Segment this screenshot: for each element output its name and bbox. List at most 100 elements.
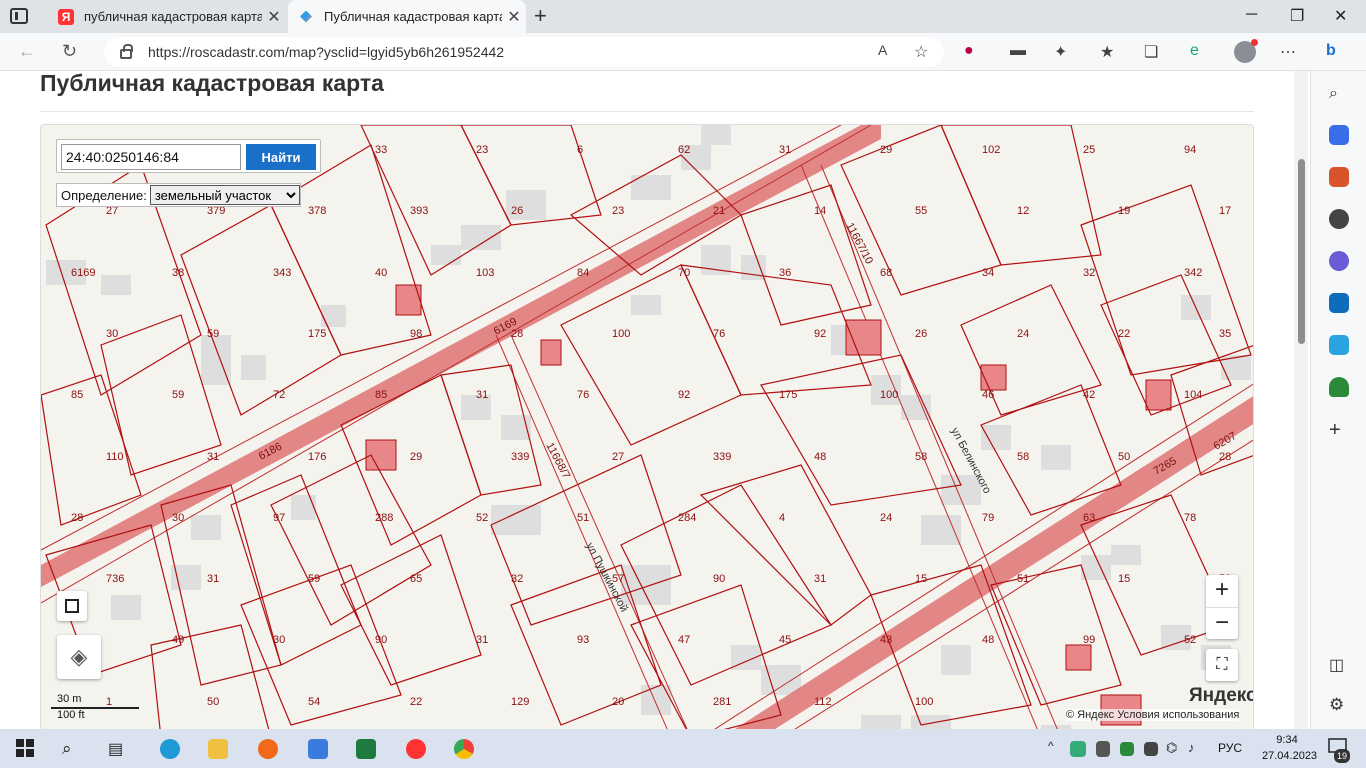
new-tab-button[interactable]: + (534, 3, 547, 29)
yandex-browser-icon[interactable] (406, 739, 426, 759)
parcel-label: 339 (511, 451, 529, 463)
parcel-label: 28 (1219, 451, 1231, 463)
extensions-puzzle-icon[interactable]: ✦ (1054, 42, 1067, 62)
parcel-label: 35 (1219, 328, 1231, 340)
building (631, 295, 661, 315)
volume-icon[interactable]: ♪ (1188, 740, 1208, 760)
extension2-icon[interactable]: ▬ (1010, 42, 1026, 60)
page-title: Публичная кадастровая карта (40, 70, 384, 96)
parcel-label: 21 (713, 205, 725, 217)
tools-icon[interactable] (1329, 167, 1349, 187)
address-bar: ← ↻ https://roscadastr.com/map?ysclid=lg… (0, 33, 1366, 71)
file-explorer-icon[interactable] (208, 739, 228, 759)
definition-select[interactable]: земельный участок (149, 185, 300, 205)
clock[interactable]: 9:34 27.04.2023 (1262, 732, 1317, 764)
tree-icon[interactable] (1329, 377, 1349, 397)
favorites-icon[interactable]: ★ (1100, 42, 1114, 62)
parcel-label: 26 (511, 205, 523, 217)
store-icon[interactable] (308, 739, 328, 759)
page-scrollbar[interactable] (1294, 71, 1308, 737)
search-icon[interactable]: ⌕ (1329, 85, 1349, 105)
extension-icon[interactable]: ● (964, 42, 974, 60)
parcel-label: 26 (915, 328, 927, 340)
add-favorite-icon[interactable]: ☆ (914, 42, 928, 62)
parcel-label: 84 (577, 267, 589, 279)
tab-yandex-search[interactable]: Я публичная кадастровая карта — ✕ (48, 0, 286, 33)
map-copyright[interactable]: © Яндекс Условия использования (1066, 709, 1240, 721)
cadastral-search: Найти (56, 139, 321, 173)
parcel-label: 78 (1184, 512, 1196, 524)
tab-close-icon[interactable]: ✕ (502, 7, 526, 27)
tab-actions-icon[interactable] (10, 8, 28, 24)
url-text[interactable]: https://roscadastr.com/map?ysclid=lgyid5… (148, 44, 504, 60)
tray-app-icon[interactable] (1070, 741, 1086, 757)
parcel-label: 6169 (71, 267, 95, 279)
fullscreen-button[interactable]: ⛶ (1206, 649, 1238, 681)
tray-app3-icon[interactable] (1144, 742, 1158, 756)
games-icon[interactable] (1329, 209, 1349, 229)
parcel-label: 68 (880, 267, 892, 279)
more-menu-icon[interactable]: ⋯ (1280, 42, 1296, 62)
building (241, 355, 266, 380)
window-close-icon[interactable]: ✕ (1334, 6, 1347, 26)
scroll-thumb[interactable] (1298, 159, 1305, 344)
excel-icon[interactable] (356, 739, 376, 759)
parcel-label: 32 (1083, 267, 1095, 279)
firefox-icon[interactable] (258, 739, 278, 759)
battery-icon[interactable] (1096, 741, 1110, 757)
restore-icon[interactable]: ❐ (1290, 6, 1304, 26)
avatar[interactable] (1234, 39, 1258, 63)
parcel-label: 76 (713, 328, 725, 340)
find-button[interactable]: Найти (246, 144, 316, 170)
parcel-label: 59 (172, 389, 184, 401)
cadastral-number-input[interactable] (61, 144, 241, 170)
ruler-button[interactable] (57, 591, 87, 621)
outlook-icon[interactable] (1329, 293, 1349, 313)
telegram-icon[interactable] (1329, 335, 1349, 355)
parcel-label: 46 (982, 389, 994, 401)
edge-icon[interactable] (160, 739, 180, 759)
building (491, 505, 541, 535)
cadastral-map[interactable]: 5237353323662312910225942737937839326232… (40, 124, 1254, 737)
read-aloud-icon[interactable]: A (878, 42, 887, 58)
parcel-label: 25 (1083, 144, 1095, 156)
collections-icon[interactable]: ❏ (1144, 42, 1158, 62)
add-icon[interactable]: + (1329, 419, 1349, 441)
refresh-icon[interactable]: ↻ (62, 41, 77, 62)
windows-start-icon[interactable] (16, 739, 36, 759)
parcel-label: 342 (1184, 267, 1202, 279)
url-box[interactable]: https://roscadastr.com/map?ysclid=lgyid5… (104, 37, 944, 67)
search-icon[interactable]: ⌕ (62, 739, 82, 759)
tab-cadastral-map[interactable]: Публичная кадастровая карта ✕ (288, 0, 526, 33)
definition-panel: Определение: земельный участок (56, 183, 301, 207)
parcel-label: 175 (308, 328, 326, 340)
tray-app2-icon[interactable] (1120, 742, 1134, 756)
shopping-icon[interactable] (1329, 125, 1349, 145)
tray-chevron-icon[interactable]: ^ (1048, 739, 1068, 759)
parcel-label: 50 (207, 696, 219, 708)
edge-extension-icon[interactable]: e (1190, 42, 1199, 60)
office-icon[interactable] (1329, 251, 1349, 271)
back-icon[interactable]: ← (18, 41, 36, 62)
parcel-label: 12 (1017, 205, 1029, 217)
layers-button[interactable]: ◈ (57, 635, 101, 679)
tab-close-icon[interactable]: ✕ (262, 7, 286, 27)
zoom-out-button[interactable]: − (1206, 607, 1238, 639)
task-view-icon[interactable]: ▤ (108, 739, 128, 759)
map-canvas[interactable]: 5237353323662312910225942737937839326232… (41, 125, 1254, 737)
highlighted-parcel (1065, 644, 1092, 671)
network-icon[interactable]: ⌬ (1166, 740, 1186, 760)
language-indicator[interactable]: РУС (1218, 741, 1242, 755)
building (101, 275, 131, 295)
parcel-label: 104 (1184, 389, 1202, 401)
parcel-label: 6 (577, 144, 583, 156)
bing-icon[interactable]: b (1326, 42, 1336, 60)
minimize-icon[interactable]: ─ (1246, 6, 1257, 24)
zoom-in-button[interactable]: + (1206, 575, 1238, 607)
parcel-label: 34 (982, 267, 994, 279)
parcel-label: 52 (1184, 634, 1196, 646)
sidebar-toggle-icon[interactable]: ◫ (1329, 655, 1349, 675)
chrome-icon[interactable] (454, 739, 474, 759)
settings-gear-icon[interactable]: ⚙ (1329, 695, 1349, 715)
parcel-label: 90 (375, 634, 387, 646)
